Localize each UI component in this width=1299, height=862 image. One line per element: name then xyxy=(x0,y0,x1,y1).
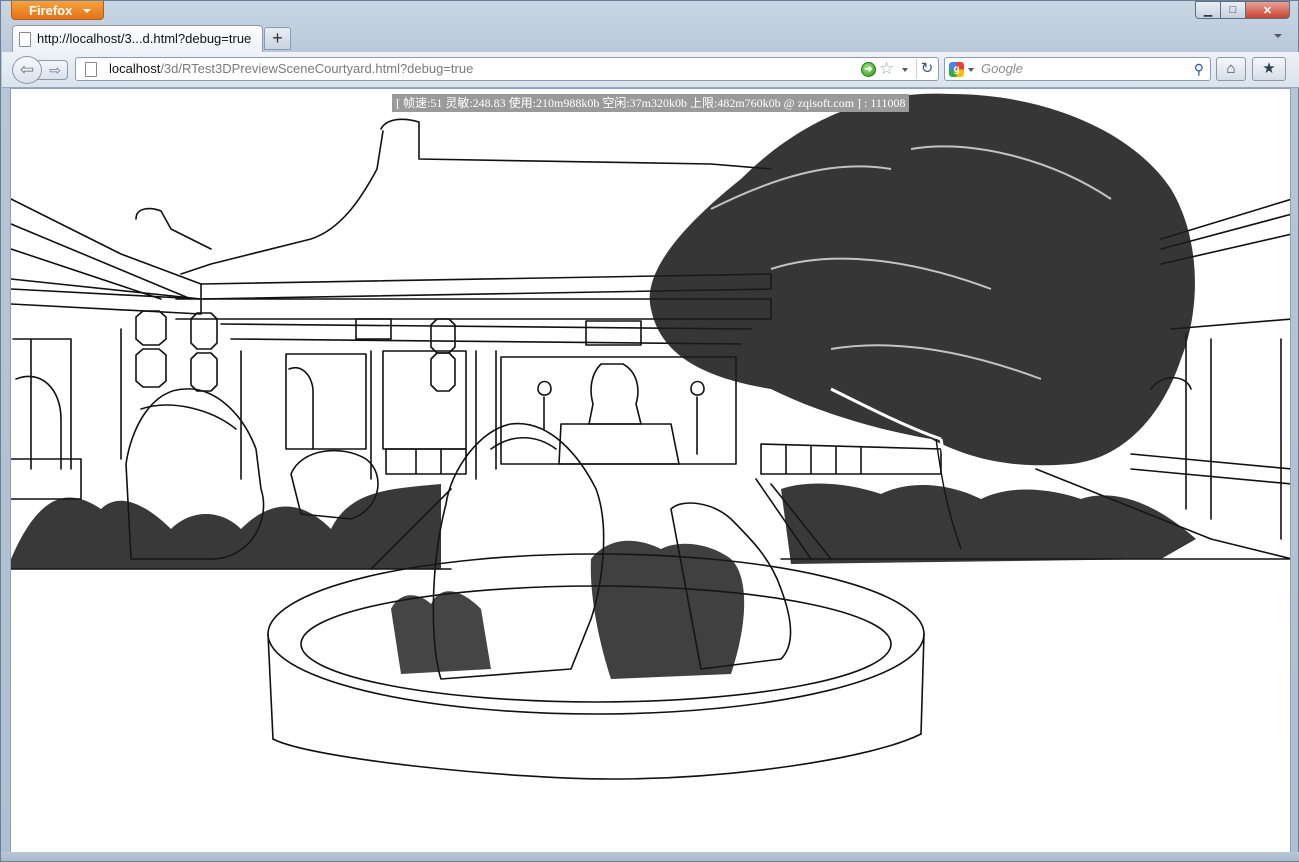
reload-icon[interactable]: ↻ xyxy=(916,59,937,79)
maximize-button[interactable]: □ xyxy=(1220,1,1246,19)
home-button[interactable]: ⌂ xyxy=(1216,57,1246,81)
debug-stats-overlay: [ 帧速:51 灵敏:248.83 使用:210m988k0b 空闲:37m32… xyxy=(392,94,910,112)
maximize-icon: □ xyxy=(1229,4,1237,16)
page-icon xyxy=(85,62,97,77)
firefox-menu-label: Firefox xyxy=(29,3,73,18)
window-bottom-border xyxy=(1,852,1299,861)
tree-canopy xyxy=(649,93,1195,550)
bookmarks-button[interactable]: ★ xyxy=(1252,57,1286,81)
tab-label: http://localhost/3...d.html?debug=true xyxy=(37,31,252,46)
star-icon[interactable]: ☆ xyxy=(879,59,894,79)
search-placeholder: Google xyxy=(981,61,1023,76)
url-path: /3d/RTest3DPreviewSceneCourtyard.html?de… xyxy=(160,61,474,76)
foliage xyxy=(11,483,1196,679)
go-arrow-icon[interactable]: ➜ xyxy=(861,62,876,77)
close-icon: ✕ xyxy=(1262,4,1273,17)
bookmarks-icon: ★ xyxy=(1262,60,1276,77)
left-pavilion xyxy=(11,198,212,500)
firefox-menu-button[interactable]: Firefox xyxy=(11,1,104,20)
page-icon xyxy=(19,32,31,47)
url-text[interactable]: localhost/3d/RTest3DPreviewSceneCourtyar… xyxy=(109,58,473,80)
minimize-icon: ▁ xyxy=(1203,4,1213,17)
navigation-toolbar: ⇦ ⇨ localhost/3d/RTest3DPreviewSceneCour… xyxy=(2,52,1299,88)
minimize-button[interactable]: ▁ xyxy=(1195,1,1221,19)
statue-and-lamps xyxy=(537,363,705,465)
url-host: localhost xyxy=(109,61,161,76)
chevron-down-icon[interactable] xyxy=(968,68,974,72)
forward-arrow-icon: ⇨ xyxy=(49,62,61,78)
window-controls: ▁ □ ✕ xyxy=(1195,1,1290,19)
new-tab-button[interactable]: + xyxy=(264,27,291,50)
back-arrow-icon: ⇦ xyxy=(19,60,35,79)
url-input[interactable]: localhost/3d/RTest3DPreviewSceneCourtyar… xyxy=(75,57,939,81)
back-button[interactable]: ⇦ xyxy=(12,56,42,84)
tab-active[interactable]: http://localhost/3...d.html?debug=true xyxy=(12,25,263,52)
back-forward-group: ⇦ ⇨ xyxy=(12,56,70,84)
page-content[interactable]: [ 帧速:51 灵敏:248.83 使用:210m988k0b 空闲:37m32… xyxy=(10,88,1291,854)
close-window-button[interactable]: ✕ xyxy=(1245,1,1290,19)
chevron-down-icon xyxy=(83,9,91,13)
magnifier-icon[interactable]: ⚲ xyxy=(1194,60,1204,78)
courtyard-3d-scene[interactable] xyxy=(11,89,1291,854)
tab-list-dropdown-icon[interactable] xyxy=(1274,34,1282,38)
search-input[interactable]: g Google ⚲ xyxy=(944,57,1211,81)
home-icon: ⌂ xyxy=(1226,60,1236,77)
google-icon[interactable]: g xyxy=(949,62,964,77)
plus-icon: + xyxy=(272,28,283,48)
chevron-down-icon[interactable] xyxy=(902,68,908,72)
browser-window: Firefox ▁ □ ✕ http://localhost/3...d.htm… xyxy=(0,0,1299,862)
